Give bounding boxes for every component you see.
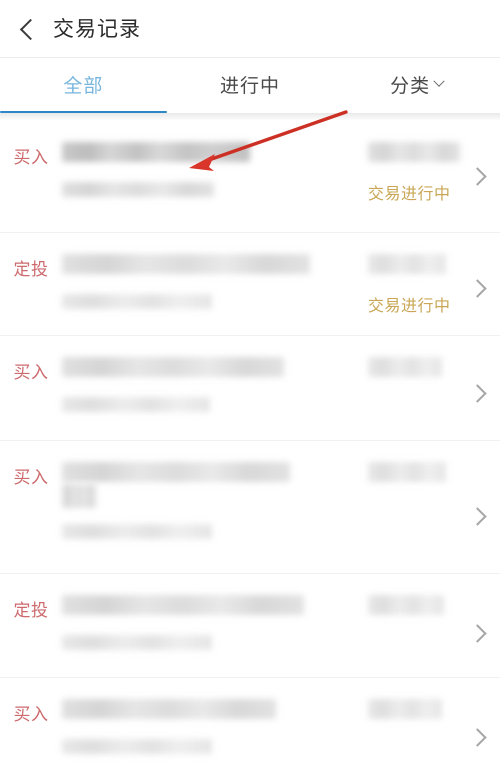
transaction-kind-label: 买入	[13, 705, 49, 724]
page-title: 交易记录	[53, 17, 141, 41]
transaction-kind-label: 买入	[13, 148, 49, 167]
transaction-amount-redacted	[368, 595, 444, 615]
transaction-subtitle-redacted	[62, 739, 212, 754]
transaction-amount-redacted	[368, 142, 460, 162]
transaction-list: 买入 交易进行中 定投 交易进行中 买入 买入 定投 买入	[0, 120, 500, 782]
chevron-down-icon	[433, 75, 445, 87]
chevron-right-icon[interactable]	[468, 624, 487, 643]
table-row[interactable]: 定投	[0, 573, 500, 677]
transaction-kind-label: 买入	[13, 468, 49, 487]
transaction-subtitle-redacted	[62, 294, 212, 309]
transaction-records-screen: 交易记录 全部 进行中 分类 买入 交易进行中 定投 交易进行中 买入 买入 定…	[0, 0, 500, 782]
transaction-right	[362, 595, 500, 643]
transaction-amount-redacted	[368, 462, 446, 482]
status-badge: 交易进行中	[368, 298, 451, 315]
transaction-right	[362, 462, 500, 526]
transaction-subtitle-redacted	[62, 182, 214, 197]
transaction-title-redacted	[62, 357, 284, 377]
transaction-subtitle-redacted	[62, 397, 210, 412]
tab-in-progress-label: 进行中	[220, 75, 281, 97]
transaction-right: 交易进行中	[362, 142, 500, 204]
tab-all[interactable]: 全部	[0, 58, 167, 114]
transaction-main	[62, 462, 362, 539]
transaction-main	[62, 357, 362, 412]
tab-all-label: 全部	[63, 75, 104, 97]
tab-category[interactable]: 分类	[333, 58, 500, 114]
chevron-right-icon[interactable]	[468, 728, 487, 747]
transaction-main	[62, 254, 362, 309]
table-row[interactable]: 买入 交易进行中	[0, 120, 500, 232]
transaction-title-redacted	[62, 142, 250, 162]
back-button[interactable]	[6, 7, 50, 51]
table-row[interactable]: 买入	[0, 440, 500, 573]
transaction-subtitle-redacted	[62, 635, 212, 650]
transaction-title-redacted	[62, 699, 276, 719]
transaction-amount-redacted	[368, 357, 442, 377]
transaction-kind-label: 定投	[13, 260, 49, 279]
transaction-title-redacted	[62, 462, 290, 482]
transaction-subtitle-redacted	[62, 524, 212, 539]
table-row[interactable]: 买入	[0, 677, 500, 782]
transaction-main	[62, 142, 362, 197]
navbar: 交易记录	[0, 0, 500, 58]
tabbar: 全部 进行中 分类	[0, 58, 500, 114]
transaction-amount-redacted	[368, 254, 446, 274]
transaction-right	[362, 357, 500, 403]
transaction-title-redacted-2	[62, 484, 96, 508]
transaction-title-redacted	[62, 595, 304, 615]
chevron-right-icon[interactable]	[468, 384, 487, 403]
transaction-right	[362, 699, 500, 747]
transaction-main	[62, 595, 362, 650]
transaction-main	[62, 699, 362, 754]
chevron-right-icon[interactable]	[468, 507, 487, 526]
transaction-right: 交易进行中	[362, 254, 500, 316]
tab-category-label: 分类	[390, 75, 431, 97]
transaction-kind-label: 买入	[13, 363, 49, 382]
table-row[interactable]: 定投 交易进行中	[0, 232, 500, 335]
table-row[interactable]: 买入	[0, 335, 500, 440]
transaction-title-redacted	[62, 254, 310, 274]
transaction-amount-redacted	[368, 699, 442, 719]
status-badge: 交易进行中	[368, 186, 451, 203]
transaction-kind-label: 定投	[13, 601, 49, 620]
chevron-left-icon	[19, 18, 41, 40]
tab-in-progress[interactable]: 进行中	[167, 58, 334, 114]
